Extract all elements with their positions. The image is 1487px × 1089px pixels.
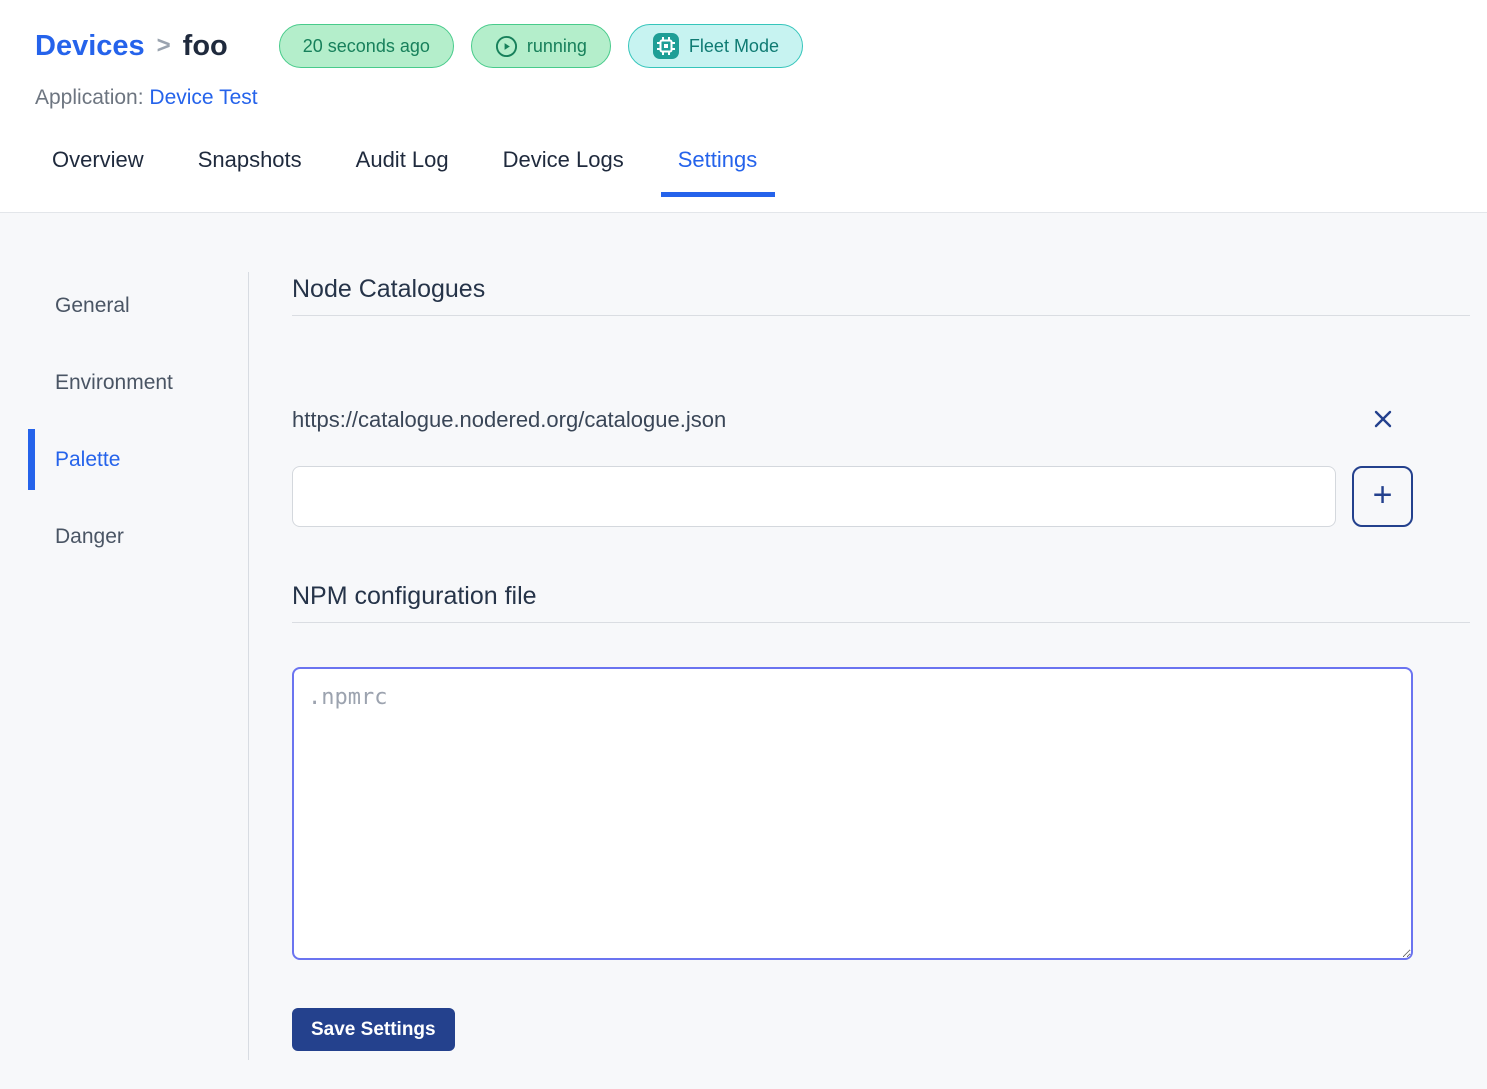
tab-device-logs[interactable]: Device Logs: [503, 147, 624, 197]
application-row: Application: Device Test: [35, 86, 1452, 110]
sidebar-item-palette[interactable]: Palette: [0, 429, 248, 490]
node-catalogues-title: Node Catalogues: [292, 275, 1470, 304]
tab-overview[interactable]: Overview: [52, 147, 144, 197]
status-badges: 20 seconds ago running: [279, 24, 803, 68]
breadcrumb: Devices > foo 20 seconds ago running: [35, 24, 1452, 68]
last-seen-label: 20 seconds ago: [303, 36, 430, 57]
add-catalogue-button[interactable]: +: [1352, 466, 1413, 527]
last-seen-badge: 20 seconds ago: [279, 24, 454, 68]
close-icon: [1371, 407, 1395, 434]
sidebar-item-general[interactable]: General: [0, 275, 248, 336]
plus-icon: +: [1373, 478, 1393, 512]
palette-settings-panel: Node Catalogues https://catalogue.nodere…: [249, 213, 1487, 1089]
catalogue-url: https://catalogue.nodered.org/catalogue.…: [292, 407, 726, 433]
fleet-mode-badge: Fleet Mode: [628, 24, 803, 68]
running-status-label: running: [527, 36, 587, 57]
breadcrumb-separator-icon: >: [157, 32, 171, 60]
page-header: Devices > foo 20 seconds ago running: [0, 0, 1487, 213]
tab-bar: Overview Snapshots Audit Log Device Logs…: [35, 147, 1452, 197]
running-status-badge: running: [471, 24, 611, 68]
play-circle-icon: [495, 35, 518, 58]
save-settings-button[interactable]: Save Settings: [292, 1008, 455, 1051]
npm-config-title: NPM configuration file: [292, 582, 1470, 611]
sidebar-item-danger[interactable]: Danger: [0, 506, 248, 567]
breadcrumb-device-name: foo: [183, 30, 228, 63]
settings-content: General Environment Palette Danger Node …: [0, 213, 1487, 1089]
settings-sidebar: General Environment Palette Danger: [0, 272, 249, 1060]
npm-config-textarea[interactable]: [292, 667, 1413, 960]
section-divider: [292, 622, 1470, 623]
tab-settings[interactable]: Settings: [678, 147, 758, 197]
sidebar-item-environment[interactable]: Environment: [0, 352, 248, 413]
section-divider: [292, 315, 1470, 316]
fleet-mode-label: Fleet Mode: [689, 36, 779, 57]
npm-config-section: NPM configuration file: [292, 582, 1470, 960]
breadcrumb-devices-link[interactable]: Devices: [35, 30, 145, 63]
new-catalogue-row: +: [292, 466, 1413, 527]
application-link[interactable]: Device Test: [149, 86, 257, 109]
application-label: Application:: [35, 86, 144, 109]
tab-snapshots[interactable]: Snapshots: [198, 147, 302, 197]
catalogue-entry-row: https://catalogue.nodered.org/catalogue.…: [292, 400, 1413, 440]
remove-catalogue-button[interactable]: [1352, 400, 1413, 440]
tab-audit-log[interactable]: Audit Log: [356, 147, 449, 197]
chip-icon: [652, 32, 680, 60]
new-catalogue-input[interactable]: [292, 466, 1336, 527]
